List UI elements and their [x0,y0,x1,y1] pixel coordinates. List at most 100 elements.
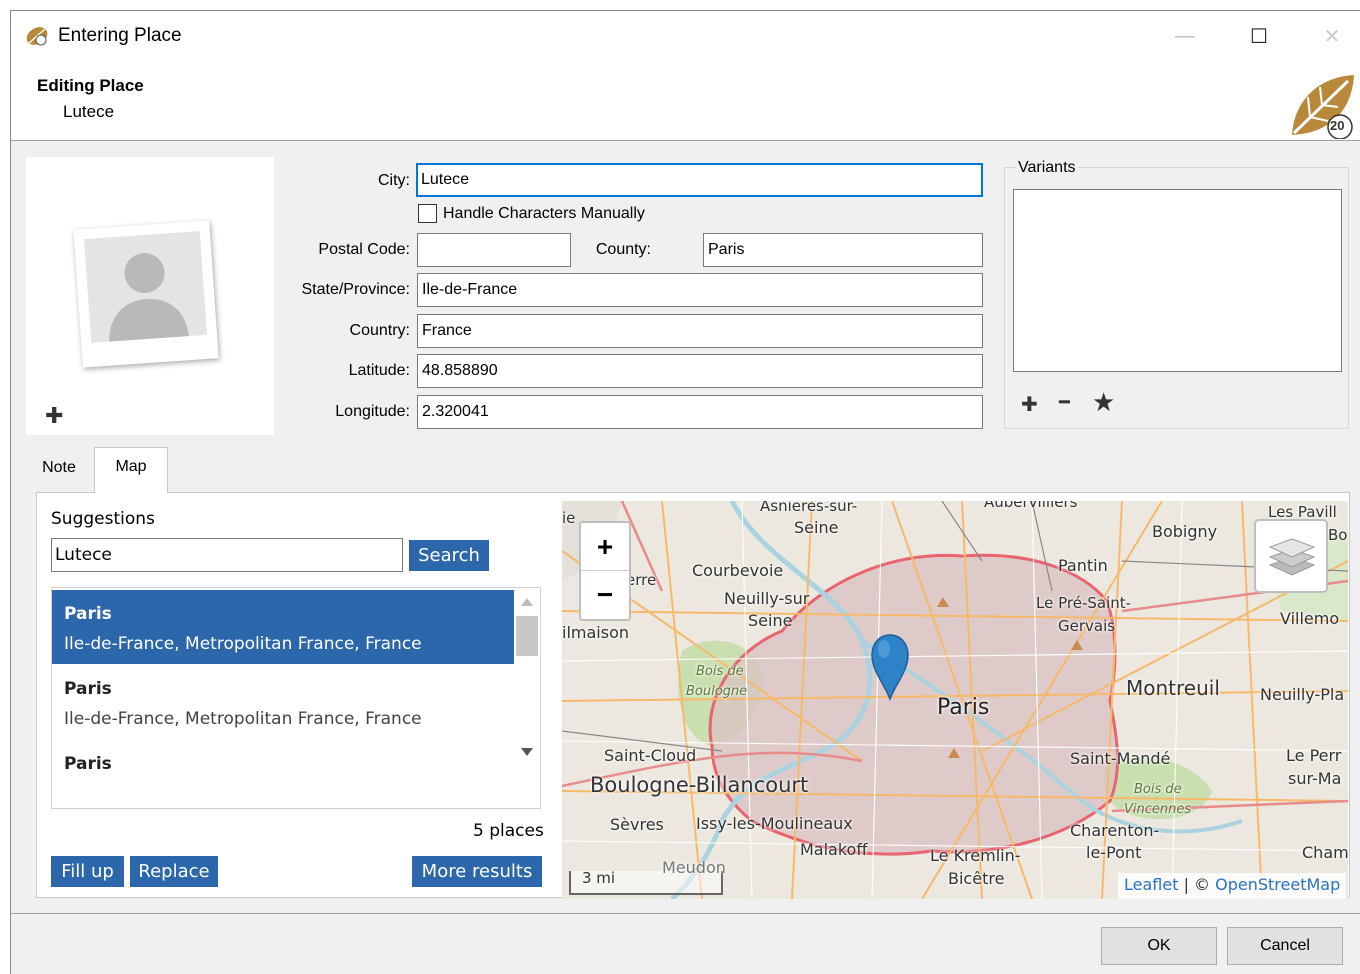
remove-variant-icon[interactable]: ━ [1059,392,1070,413]
header-title: Editing Place [37,76,144,95]
map-label-villemo: Villemo [1280,609,1340,628]
map-label-paris: Paris [937,695,990,720]
openstreetmap-link[interactable]: OpenStreetMap [1215,875,1340,894]
ok-button[interactable]: OK [1101,927,1217,965]
map-label-pantin: Pantin [1058,556,1108,575]
longitude-input[interactable]: 2.320041 [417,395,983,429]
zoom-control: + − [579,521,631,621]
map-label-gervais: Gervais [1058,617,1116,635]
map-label-montreuil: Montreuil [1126,676,1220,700]
map-label-charenton: Charenton- [1070,821,1160,840]
location-marker-icon[interactable] [870,633,910,702]
map-label-saintmande: Saint-Mandé [1070,749,1171,768]
photo-panel[interactable]: ✚ [26,157,274,435]
layers-icon [1268,535,1316,584]
map-label-lepre: Le Pré-Saint- [1036,594,1132,612]
list-item[interactable]: Paris [52,740,514,808]
map-label-courbevoie: Courbevoie [692,561,784,580]
map-label-meudon: Meudon [662,858,726,877]
star-variant-icon[interactable]: ★ [1092,387,1115,418]
add-variant-icon[interactable]: ✚ [1021,392,1038,417]
list-item-subtitle: Ile-de-France, Metropolitan France, Fran… [64,634,422,654]
add-photo-icon[interactable]: ✚ [45,403,63,429]
map-label-seine: Seine [794,518,839,537]
cancel-button[interactable]: Cancel [1227,927,1343,965]
map-label-aubervilliers: Aubervilliers [984,501,1078,511]
attribution-separator: | © [1178,875,1216,894]
header-subtitle: Lutece [63,102,115,121]
map-label-malakoff: Malakoff [800,840,868,859]
window-title: Entering Place [58,25,182,46]
suggestions-search-input[interactable]: Lutece [51,538,403,572]
map-attribution: Leaflet | © OpenStreetMap [1118,873,1347,899]
map-label-issy: Issy-les-Moulineaux [696,814,853,833]
map-label-bois-boulogne-1: Bois de [696,664,744,679]
list-item-title: Paris [64,754,112,774]
latitude-label: Latitude: [348,362,410,379]
postal-code-input[interactable] [417,233,571,267]
tab-map[interactable]: Map [94,447,168,493]
city-input[interactable]: Lutece [416,163,983,197]
county-input[interactable]: Paris [703,233,983,267]
map-view[interactable]: Asnieres-sur- Seine Aubervilliers Les Pa… [562,501,1348,899]
suggestions-label: Suggestions [51,509,155,529]
map-label-ie: ie [562,509,576,527]
map-label-saintcloud: Saint-Cloud [604,746,697,765]
list-item-title: Paris [64,604,112,624]
search-button[interactable]: Search [409,540,489,571]
state-input[interactable]: Ile-de-France [417,273,983,307]
minimize-button[interactable]: — [1162,19,1208,53]
map-label-kremlin: Le Kremlin- [930,846,1021,865]
map-label-bobigny: Bobigny [1152,522,1218,541]
title-bar: Entering Place — ☐ ✕ [11,11,1360,61]
maximize-button[interactable]: ☐ [1236,19,1282,53]
longitude-label: Longitude: [335,403,410,420]
list-item-title: Paris [64,679,112,699]
zoom-out-button[interactable]: − [581,571,629,619]
list-scrollbar[interactable] [514,588,540,768]
list-item[interactable]: Paris Ile-de-France, Metropolitan France… [52,590,514,664]
more-results-button[interactable]: More results [412,856,542,887]
list-item[interactable]: Paris Ile-de-France, Metropolitan France… [52,665,514,739]
map-label-surma: sur-Ma [1288,769,1342,788]
person-placeholder-icon [73,220,219,368]
zoom-in-button[interactable]: + [581,523,629,571]
map-label-bicetre: Bicêtre [948,869,1005,888]
tab-note[interactable]: Note [27,449,91,485]
handle-characters-checkbox[interactable] [418,204,437,223]
map-label-asnieres: Asnieres-sur- [760,501,858,515]
layers-button[interactable] [1254,519,1328,593]
app-leaf-icon [25,25,49,47]
state-label: State/Province: [301,281,411,298]
fill-up-button[interactable]: Fill up [51,856,124,887]
variants-label: Variants [1016,159,1078,177]
map-label-neuilly: Neuilly-sur [724,589,810,608]
places-count: 5 places [473,821,544,841]
map-label-leperr: Le Perr [1286,746,1342,765]
map-label-bois-vincennes-2: Vincennes [1124,802,1192,817]
country-input[interactable]: France [417,314,983,348]
suggestions-list[interactable]: Paris Ile-de-France, Metropolitan France… [51,587,541,809]
city-label: City: [378,172,410,189]
postal-code-label: Postal Code: [318,241,410,258]
app-logo-badge: 20 [1330,118,1345,133]
handle-characters-label: Handle Characters Manually [443,205,645,222]
dialog-header: Editing Place Lutece 20 [11,61,1360,141]
replace-button[interactable]: Replace [130,856,218,887]
footer-divider [11,913,1360,914]
scrollbar-thumb[interactable] [516,616,538,656]
map-label-sevres: Sèvres [610,815,664,834]
map-label-boulogne: Boulogne-Billancourt [590,773,809,797]
list-item-subtitle: Ile-de-France, Metropolitan France, Fran… [64,709,422,729]
latitude-input[interactable]: 48.858890 [417,354,983,388]
map-label-seine-2: Seine [748,611,793,630]
leaflet-link[interactable]: Leaflet [1124,875,1178,894]
close-button[interactable]: ✕ [1309,19,1355,53]
variants-list[interactable] [1013,189,1342,372]
map-label-bois-vincennes-1: Bois de [1134,782,1182,797]
map-scale: 3 mi [582,869,616,887]
map-label-bois-boulogne-2: Boulogne [686,684,748,699]
map-label-champ: Champ [1302,843,1348,862]
map-label-ilmaison: ilmaison [562,623,629,642]
map-label-lepont: le-Pont [1086,843,1142,862]
